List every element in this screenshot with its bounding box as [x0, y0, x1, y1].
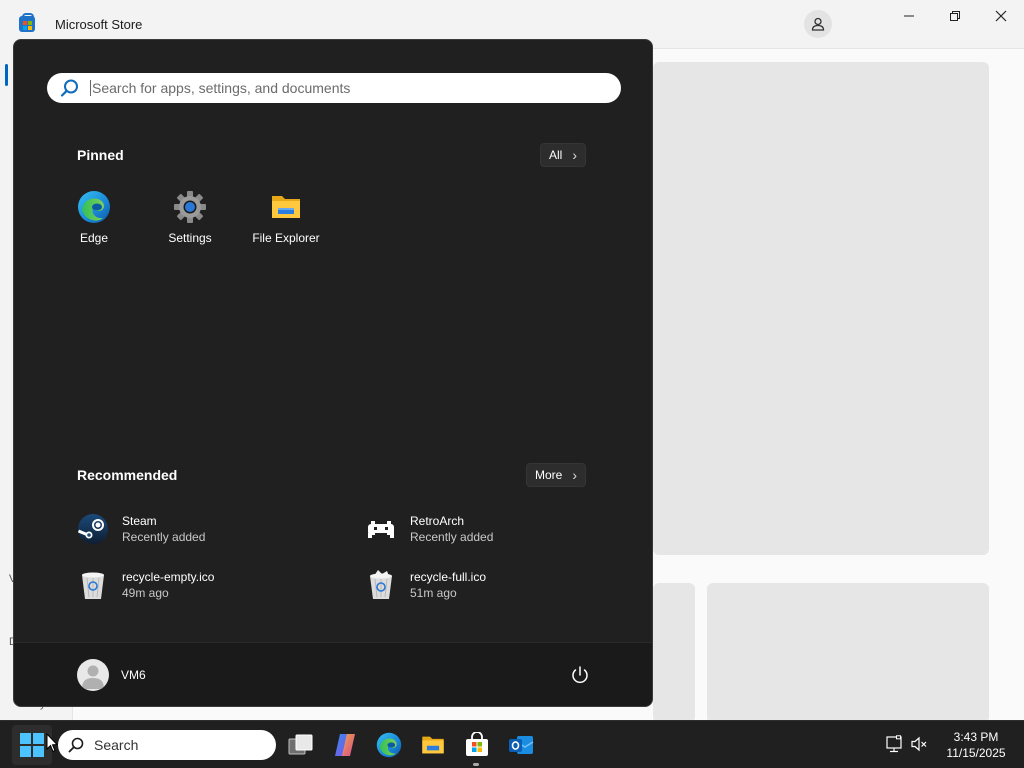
more-label: More: [535, 468, 563, 482]
mouse-cursor-icon: [46, 733, 58, 753]
recommended-item-name: recycle-full.ico: [410, 570, 487, 584]
folder-icon: [269, 190, 303, 224]
taskbar-outlook[interactable]: [505, 729, 537, 761]
minimize-icon: [904, 15, 914, 17]
taskbar-task-view[interactable]: [285, 729, 317, 761]
minimize-button[interactable]: [886, 4, 932, 28]
recycle-bin-empty-icon: [77, 569, 109, 601]
all-apps-button[interactable]: All ›: [540, 143, 587, 167]
clock-date: 11/15/2025: [946, 746, 1006, 760]
user-avatar[interactable]: [77, 659, 109, 691]
all-apps-label: All: [549, 148, 563, 162]
retroarch-icon: [365, 513, 397, 545]
user-avatar-icon: [82, 665, 104, 689]
recycle-bin-full-icon: [365, 569, 397, 601]
chevron-right-icon: ›: [572, 467, 578, 483]
steam-icon: [77, 513, 109, 545]
start-menu: Pinned All › Edge: [13, 39, 653, 707]
taskbar: Search 3:43 PM 11/15/2025: [0, 720, 1024, 768]
more-button[interactable]: More ›: [526, 463, 587, 487]
search-icon: [60, 79, 78, 97]
start-search-box[interactable]: [47, 73, 621, 103]
recommended-heading: Recommended: [77, 467, 178, 483]
store-card[interactable]: [653, 583, 695, 723]
taskbar-clock[interactable]: 3:43 PM 11/15/2025: [940, 729, 1012, 761]
taskbar-search-box[interactable]: Search: [58, 730, 276, 760]
settings-gear-icon: [173, 190, 207, 224]
recommended-item-retroarch[interactable]: RetroArch Recently added: [365, 509, 625, 549]
recommended-item-subtitle: Recently added: [410, 530, 494, 544]
search-icon: [68, 737, 84, 753]
recommended-item-name: Steam: [122, 514, 157, 528]
outlook-icon: [509, 736, 534, 754]
user-name[interactable]: VM6: [121, 668, 146, 682]
taskbar-search-label: Search: [94, 737, 139, 753]
restore-icon: [950, 11, 960, 21]
pinned-app-file-explorer[interactable]: File Explorer: [241, 190, 331, 245]
recommended-item-subtitle: 49m ago: [122, 586, 169, 600]
pinned-app-label: Edge: [79, 231, 109, 245]
windows-logo-icon: [20, 733, 44, 757]
account-button[interactable]: [804, 10, 832, 38]
taskbar-microsoft-store[interactable]: [461, 729, 493, 761]
recommended-item-subtitle: 51m ago: [410, 586, 457, 600]
recommended-item-steam[interactable]: Steam Recently added: [77, 509, 337, 549]
edge-icon: [77, 190, 111, 224]
person-icon: [811, 17, 825, 31]
close-icon: [995, 10, 1007, 22]
power-button[interactable]: [568, 663, 592, 687]
clock-time: 3:43 PM: [953, 730, 999, 744]
microsoft-store-logo-icon: [19, 13, 35, 32]
speaker-muted-icon[interactable]: [910, 735, 928, 753]
recommended-item-recycle-empty[interactable]: recycle-empty.ico 49m ago: [77, 565, 337, 605]
chevron-right-icon: ›: [572, 147, 578, 163]
store-nav-active-indicator: [5, 64, 8, 86]
pinned-app-settings[interactable]: Settings: [145, 190, 235, 245]
microsoft-store-icon: [466, 732, 488, 756]
pinned-app-label: Settings: [168, 231, 212, 245]
start-menu-footer: VM6: [14, 642, 652, 706]
recommended-item-subtitle: Recently added: [122, 530, 206, 544]
network-ethernet-icon[interactable]: [885, 735, 903, 753]
file-explorer-icon: [422, 736, 444, 754]
store-card[interactable]: [707, 583, 989, 723]
power-icon: [572, 666, 588, 684]
store-window-title: Microsoft Store: [55, 17, 143, 32]
taskbar-edge[interactable]: [373, 729, 405, 761]
recommended-item-name: RetroArch: [410, 514, 465, 528]
running-app-indicator: [473, 763, 479, 766]
start-search-input[interactable]: [90, 80, 590, 96]
restore-button[interactable]: [932, 4, 978, 28]
pinned-heading: Pinned: [77, 147, 124, 163]
pinned-app-label: File Explorer: [252, 231, 320, 245]
store-hero-card[interactable]: [653, 62, 989, 555]
recommended-item-name: recycle-empty.ico: [122, 570, 215, 584]
taskbar-file-explorer[interactable]: [417, 729, 449, 761]
recommended-item-recycle-full[interactable]: recycle-full.ico 51m ago: [365, 565, 625, 605]
copilot-icon: [335, 734, 355, 756]
taskbar-copilot[interactable]: [329, 729, 361, 761]
pinned-app-edge[interactable]: Edge: [49, 190, 139, 245]
close-button[interactable]: [978, 4, 1024, 28]
edge-icon: [376, 732, 402, 758]
task-view-icon: [288, 734, 313, 755]
